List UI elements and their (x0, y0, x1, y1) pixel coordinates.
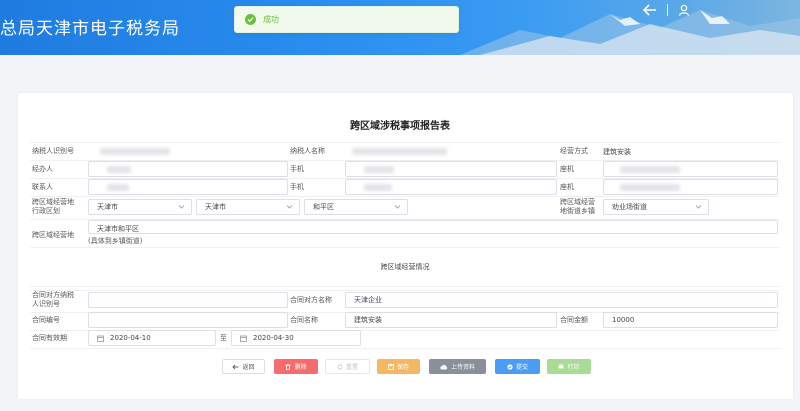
calendar-icon (240, 335, 247, 342)
upload-button[interactable]: 上传资料 (429, 359, 486, 374)
address-input[interactable]: 天津市和平区 (88, 220, 778, 234)
city-select[interactable]: 天津市 (196, 199, 300, 215)
cloud-upload-icon (440, 364, 448, 369)
contract-name-label: 合同名称 (290, 316, 318, 324)
end-date-picker[interactable]: 2020-04-30 (231, 330, 361, 346)
trash-icon (285, 363, 291, 370)
contact-phone-input[interactable] (345, 179, 557, 195)
save-icon (388, 363, 394, 370)
counterparty-id-label: 合同对方纳税 人识别号 (32, 291, 74, 308)
handler-input[interactable] (88, 161, 288, 177)
printer-icon (558, 363, 564, 368)
contract-no-label: 合同编号 (32, 316, 60, 324)
check-circle-icon (507, 363, 513, 370)
form-title: 跨区域涉税事项报告表 (350, 121, 450, 132)
date-range-separator: 至 (220, 334, 227, 342)
calendar-icon (97, 335, 104, 342)
back-arrow-icon[interactable] (643, 4, 657, 16)
handler-landline-label: 座机 (560, 165, 574, 173)
save-button[interactable]: 保存 (377, 359, 420, 374)
taxpayer-name-label: 纳税人名称 (290, 147, 325, 155)
contract-amount-label: 合同金额 (560, 316, 588, 324)
report-form-card (18, 93, 793, 399)
street-select[interactable]: 劝业场街道 (603, 199, 709, 215)
contact-input[interactable] (88, 179, 288, 195)
start-date-picker[interactable]: 2020-04-10 (88, 330, 216, 346)
handler-landline-input[interactable] (603, 161, 778, 177)
user-icon[interactable] (678, 4, 690, 16)
row-divider (30, 290, 780, 291)
arrow-left-icon (232, 364, 239, 369)
province-select[interactable]: 天津市 (88, 199, 192, 215)
counterparty-name-label: 合同对方名称 (290, 296, 332, 304)
chevron-down-icon (178, 205, 185, 209)
toast-message: 成功 (263, 15, 279, 24)
refresh-icon (337, 364, 343, 369)
success-toast: 成功 (234, 6, 459, 33)
chevron-down-icon (695, 205, 702, 209)
handler-phone-label: 手机 (290, 165, 304, 173)
handler-phone-input[interactable] (345, 161, 557, 177)
mountain-banner-image (460, 10, 800, 55)
address-label: 跨区域经营地 (32, 231, 74, 239)
print-button[interactable]: 打印 (547, 359, 591, 374)
contact-label: 联系人 (32, 183, 53, 191)
taxpayer-id-label: 纳税人识别号 (32, 147, 74, 155)
chevron-down-icon (286, 205, 293, 209)
counterparty-id-input[interactable] (88, 292, 288, 308)
counterparty-name-input[interactable]: 天津企业 (345, 292, 778, 308)
site-title: 总局天津市电子税务局 (0, 19, 180, 39)
validity-label: 合同有效期 (32, 334, 67, 342)
taxpayer-id-value (100, 148, 170, 155)
submit-button[interactable]: 提交 (495, 359, 540, 374)
row-divider (30, 196, 780, 197)
chevron-down-icon (394, 205, 401, 209)
district-select[interactable]: 和平区 (304, 199, 408, 215)
region-label: 跨区域经营地 行政区划 (32, 198, 74, 215)
success-check-icon (245, 14, 256, 25)
contract-name-input[interactable]: 建筑安装 (345, 312, 557, 328)
section-heading: 跨区域经营情况 (30, 247, 780, 287)
contract-amount-input[interactable]: 10000 (603, 312, 778, 328)
business-mode-label: 经营方式 (560, 147, 588, 155)
delete-button[interactable]: 删除 (274, 359, 318, 374)
taxpayer-name-value (352, 148, 447, 155)
row-divider (30, 348, 780, 349)
street-label: 跨区域经营 地街道乡镇 (560, 198, 595, 215)
business-mode-value: 建筑安装 (603, 148, 631, 156)
reset-button[interactable]: 重置 (325, 359, 370, 374)
back-button[interactable]: 返回 (222, 359, 265, 374)
row-divider (30, 142, 780, 143)
contact-landline-label: 座机 (560, 183, 574, 191)
address-hint: (具体到乡镇街道) (88, 237, 143, 245)
handler-label: 经办人 (32, 165, 53, 173)
header-divider (667, 4, 668, 16)
contract-no-input[interactable] (88, 312, 288, 328)
contact-landline-input[interactable] (603, 179, 778, 195)
contact-phone-label: 手机 (290, 183, 304, 191)
